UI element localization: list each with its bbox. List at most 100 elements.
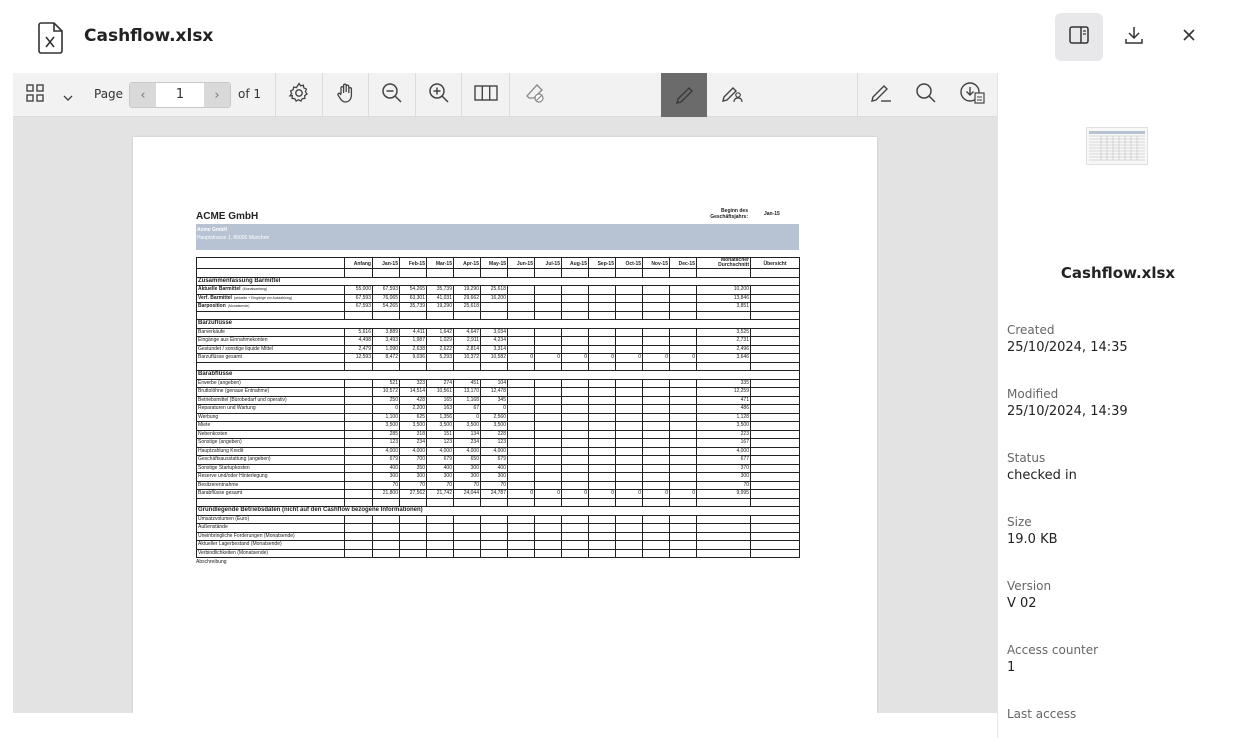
table-cell: [344, 548, 373, 558]
table-cell: [750, 395, 800, 405]
row-label-text: Aktueller Lagerbestand (Monatsende): [198, 541, 282, 548]
table-cell: 70: [426, 480, 454, 490]
table-cell: 67,593: [344, 293, 373, 303]
search-icon: [915, 82, 937, 108]
table-cell: [480, 302, 508, 312]
table-cell: [344, 463, 373, 473]
pan-tool-button[interactable]: [322, 73, 368, 117]
table-cell: 4,000: [453, 446, 481, 456]
table-cell: [750, 489, 800, 499]
table-cell: [642, 310, 670, 320]
settings-button[interactable]: [275, 73, 322, 117]
next-page-button[interactable]: ›: [204, 83, 230, 107]
zoom-out-button[interactable]: [368, 73, 415, 117]
table-cell: [642, 285, 670, 295]
table-cell: [453, 531, 481, 541]
table-cell: [561, 531, 589, 541]
download-button[interactable]: [1110, 13, 1158, 61]
table-cell: 19,290: [426, 302, 454, 312]
table-cell: 4,000: [399, 446, 427, 456]
table-cell: 3,314: [480, 344, 508, 354]
table-cell: [750, 293, 800, 303]
thumbnails-button[interactable]: [23, 73, 47, 117]
table-cell: [615, 302, 643, 312]
table-cell: [615, 412, 643, 422]
page-layout-button[interactable]: [461, 73, 509, 117]
draw-tool-button[interactable]: [661, 73, 707, 117]
table-cell: 3,500: [372, 421, 400, 431]
row-label: Besitzerentnahme: [196, 480, 345, 490]
table-cell: [561, 404, 589, 414]
table-cell: [507, 514, 535, 524]
table-cell: 29,662: [453, 293, 481, 303]
table-cell: [561, 378, 589, 388]
table-cell: [372, 514, 400, 524]
table-row: Barabflüsse: [196, 370, 800, 380]
table-cell: [669, 361, 697, 371]
table-cell: 4,000: [480, 446, 508, 456]
table-cell: [615, 327, 643, 337]
table-cell: [344, 429, 373, 439]
column-header: Monatlicher Durchschnitt: [696, 257, 751, 269]
table-cell: [561, 421, 589, 431]
table-cell: [588, 480, 616, 490]
table-cell: [642, 378, 670, 388]
row-label-text: Bruttolöhne (genaue Entnahme): [198, 388, 270, 395]
table-cell: 9,995: [696, 489, 751, 499]
table-cell: [696, 514, 751, 524]
table-cell: 228: [480, 429, 508, 439]
sign-tool-button[interactable]: [707, 73, 757, 117]
table-cell: 3,525: [696, 327, 751, 337]
save-copy-button[interactable]: [949, 73, 997, 117]
toggle-sidebar-button[interactable]: [1055, 13, 1103, 61]
table-cell: 3,500: [480, 421, 508, 431]
view-options-dropdown[interactable]: [57, 73, 79, 117]
table-cell: [588, 523, 616, 533]
table-cell: 451: [453, 378, 481, 388]
table-cell: [426, 523, 454, 533]
table-cell: 400: [372, 463, 400, 473]
table-cell: [399, 523, 427, 533]
table-row: Hauptzahlung Kredit 4,000 4,000 4,000 4,000 4…: [196, 446, 800, 456]
table-cell: 428: [399, 395, 427, 405]
columns-icon: [473, 85, 498, 105]
cashflow-table: Anfang Jan-15 Feb-15 Mar-15 Apr-15 May-15 Jun-…: [196, 257, 800, 558]
table-cell: [196, 268, 345, 278]
section-heading: Zusammenfassung Barmittel: [196, 276, 800, 286]
table-cell: [534, 429, 562, 439]
zoom-in-button[interactable]: [415, 73, 461, 117]
table-cell: [561, 327, 589, 337]
annotate-button[interactable]: [857, 73, 903, 117]
table-cell: [669, 531, 697, 541]
table-row: Sonstige (angeben) 123 234 123 234 123 167: [196, 438, 800, 448]
clear-annotations-button[interactable]: [509, 73, 557, 117]
table-cell: 625: [399, 412, 427, 422]
table-cell: 0: [642, 353, 670, 363]
table-cell: [534, 523, 562, 533]
table-cell: [507, 293, 535, 303]
table-cell: 300: [696, 472, 751, 482]
table-cell: 4,234: [480, 336, 508, 346]
row-label-text: Barzuflüsse gesamt: [198, 354, 242, 361]
table-cell: [669, 387, 697, 397]
table-cell: [750, 497, 800, 507]
table-cell: [561, 540, 589, 550]
row-label: Umsatzvolumen (Euro): [196, 514, 345, 524]
table-cell: [399, 540, 427, 550]
table-cell: [534, 344, 562, 354]
close-button[interactable]: [1165, 13, 1213, 61]
metadata-field: Created 25/10/2024, 14:35: [1007, 323, 1128, 355]
table-cell: [426, 310, 454, 320]
table-cell: 41,031: [426, 293, 454, 303]
table-cell: [426, 540, 454, 550]
row-label-text: Verbindlichkeiten (Monatsende): [198, 549, 269, 556]
table-cell: [372, 310, 400, 320]
table-cell: [669, 302, 697, 312]
table-cell: [561, 438, 589, 448]
search-button[interactable]: [903, 73, 949, 117]
previous-page-button[interactable]: ‹: [130, 83, 156, 107]
page-number-input[interactable]: 1: [156, 83, 204, 107]
table-cell: [750, 344, 800, 354]
table-cell: [642, 421, 670, 431]
table-cell: [561, 497, 589, 507]
